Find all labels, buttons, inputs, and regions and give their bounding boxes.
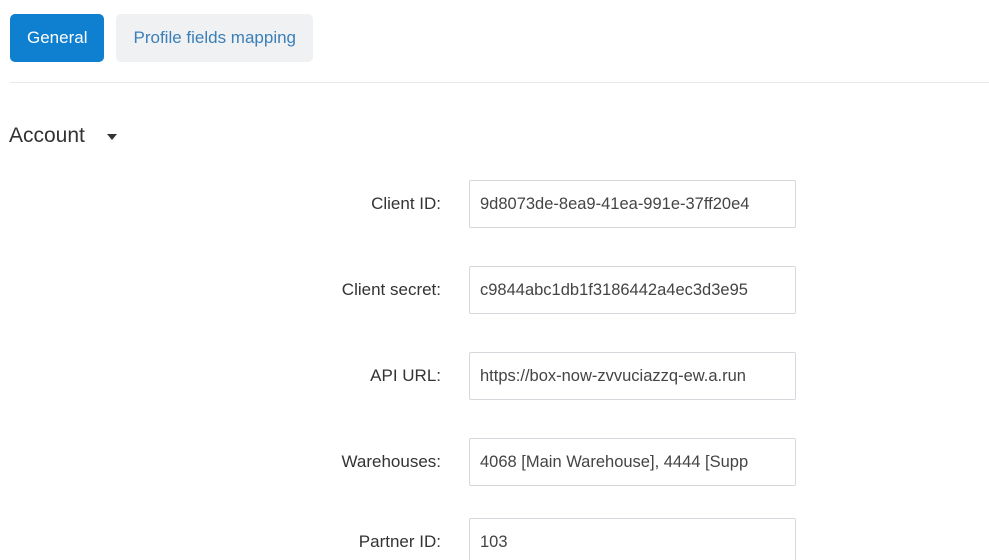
partner-id-row: Partner ID:: [0, 518, 989, 560]
warehouses-label: Warehouses:: [341, 452, 441, 471]
api-url-row: API URL:: [0, 352, 989, 400]
warehouses-input[interactable]: [469, 438, 796, 486]
settings-page: General Profile fields mapping Account C…: [0, 0, 989, 560]
account-section-toggle[interactable]: Account: [9, 124, 117, 148]
tab-profile-fields-mapping-label: Profile fields mapping: [133, 28, 297, 47]
client-id-input[interactable]: [469, 180, 796, 228]
client-id-label: Client ID:: [371, 194, 441, 213]
tab-divider: [10, 82, 989, 83]
tab-general[interactable]: General: [10, 14, 105, 62]
client-secret-row: Client secret:: [0, 266, 989, 314]
partner-id-input[interactable]: [469, 518, 796, 560]
client-id-row: Client ID:: [0, 180, 989, 228]
tab-general-label: General: [27, 28, 88, 47]
tab-bar: General Profile fields mapping: [10, 14, 314, 62]
tab-profile-fields-mapping[interactable]: Profile fields mapping: [116, 14, 314, 62]
partner-id-label: Partner ID:: [358, 532, 441, 551]
caret-down-icon: [106, 134, 117, 140]
api-url-label: API URL:: [370, 366, 441, 385]
client-secret-label: Client secret:: [341, 280, 441, 299]
client-secret-input[interactable]: [469, 266, 796, 314]
warehouses-row: Warehouses:: [0, 438, 989, 486]
api-url-input[interactable]: [469, 352, 796, 400]
section-title: Account: [9, 124, 85, 147]
